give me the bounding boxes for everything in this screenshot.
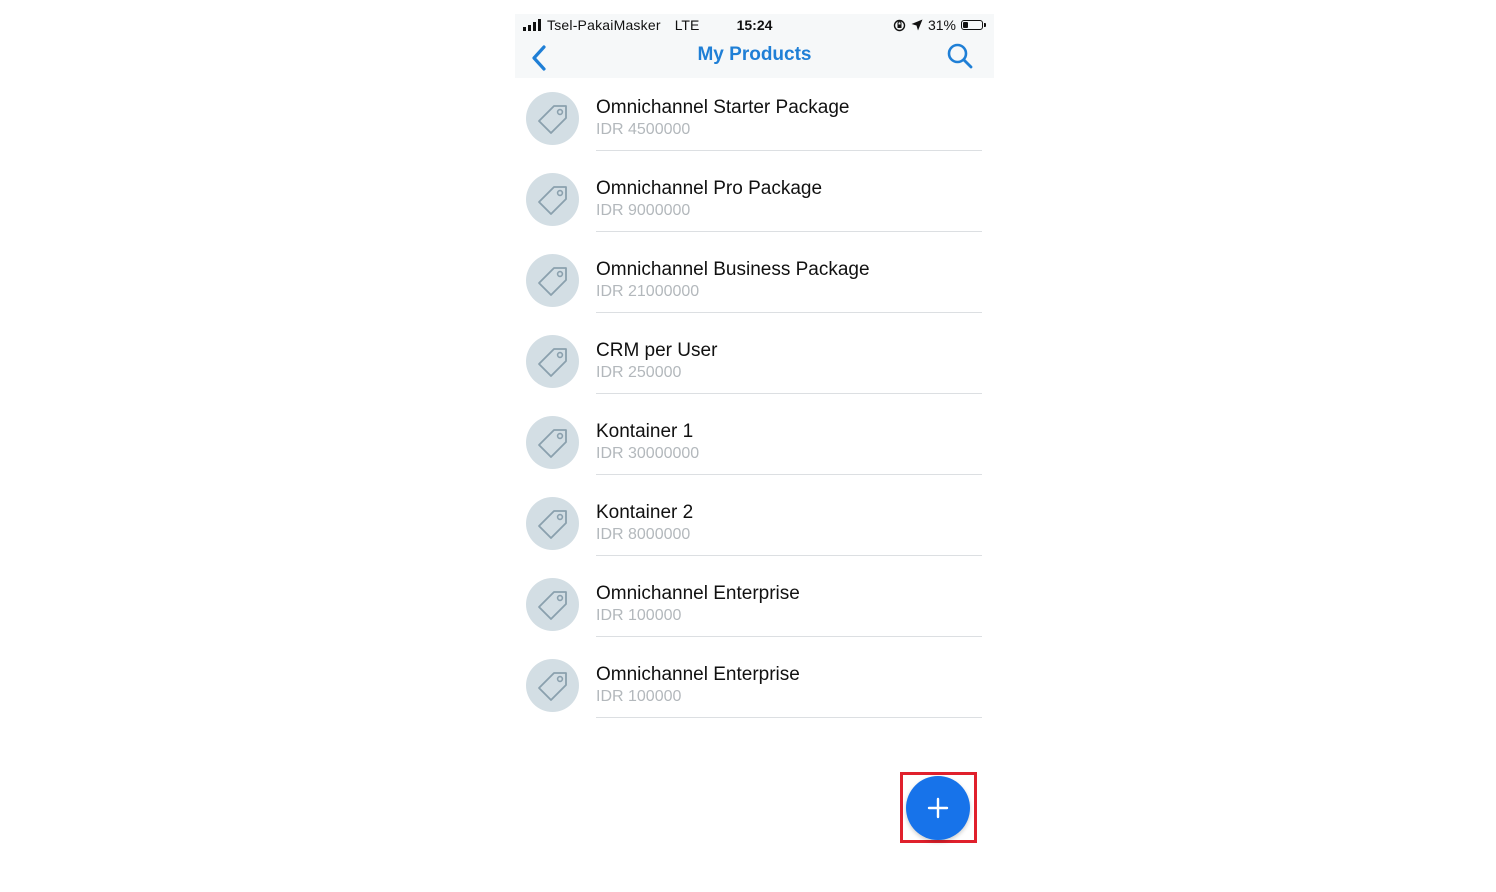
search-icon [947,43,973,69]
product-item[interactable]: Omnichannel Pro Package IDR 9000000 [515,159,994,240]
product-thumbnail [526,173,579,226]
navigation-bar: My Products [515,36,994,78]
divider [596,555,982,556]
product-name: Omnichannel Pro Package [596,178,823,199]
product-item[interactable]: Omnichannel Business Package IDR 21000000 [515,240,994,321]
product-thumbnail [526,335,579,388]
product-name: Omnichannel Enterprise [596,664,800,685]
divider [596,636,982,637]
product-price: IDR 4500000 [596,121,691,138]
add-product-button[interactable] [906,776,970,840]
product-price: IDR 100000 [596,607,682,624]
product-price: IDR 250000 [596,364,682,381]
price-tag-icon [537,266,567,296]
product-item[interactable]: CRM per User IDR 250000 [515,321,994,402]
status-bar: Tsel-PakaiMasker LTE 15:24 31% [515,14,994,36]
price-tag-icon [537,509,567,539]
product-name: Kontainer 2 [596,502,694,523]
product-thumbnail [526,659,579,712]
price-tag-icon [537,428,567,458]
product-item[interactable]: Omnichannel Enterprise IDR 100000 [515,564,994,645]
product-name: Kontainer 1 [596,421,694,442]
product-price: IDR 21000000 [596,283,700,300]
divider [596,474,982,475]
search-button[interactable] [946,42,974,70]
orientation-lock-icon [893,19,906,31]
product-item[interactable]: Omnichannel Enterprise IDR 100000 [515,645,994,726]
product-name: Omnichannel Business Package [596,259,870,280]
price-tag-icon [537,590,567,620]
product-price: IDR 9000000 [596,202,691,219]
price-tag-icon [537,104,567,134]
product-thumbnail [526,497,579,550]
product-thumbnail [526,578,579,631]
location-arrow-icon [911,19,923,31]
divider [596,717,982,718]
page-title: My Products [697,44,812,65]
battery-icon [961,20,986,30]
product-thumbnail [526,92,579,145]
divider [596,231,982,232]
product-price: IDR 30000000 [596,445,700,462]
product-name: CRM per User [596,340,718,361]
price-tag-icon [537,185,567,215]
price-tag-icon [537,347,567,377]
product-item[interactable]: Kontainer 1 IDR 30000000 [515,402,994,483]
product-price: IDR 8000000 [596,526,691,543]
product-thumbnail [526,254,579,307]
product-price: IDR 100000 [596,688,682,705]
divider [596,312,982,313]
product-name: Omnichannel Starter Package [596,97,850,118]
plus-icon [927,797,949,819]
status-right: 31% [893,17,986,33]
product-list: Omnichannel Starter Package IDR 4500000 Om… [515,78,994,726]
price-tag-icon [537,671,567,701]
product-item[interactable]: Omnichannel Starter Package IDR 4500000 [515,78,994,159]
product-name: Omnichannel Enterprise [596,583,800,604]
product-thumbnail [526,416,579,469]
divider [596,393,982,394]
phone-screen: Tsel-PakaiMasker LTE 15:24 31% My Produc… [515,0,994,892]
product-item[interactable]: Kontainer 2 IDR 8000000 [515,483,994,564]
divider [596,150,982,151]
battery-percent: 31% [927,17,956,33]
